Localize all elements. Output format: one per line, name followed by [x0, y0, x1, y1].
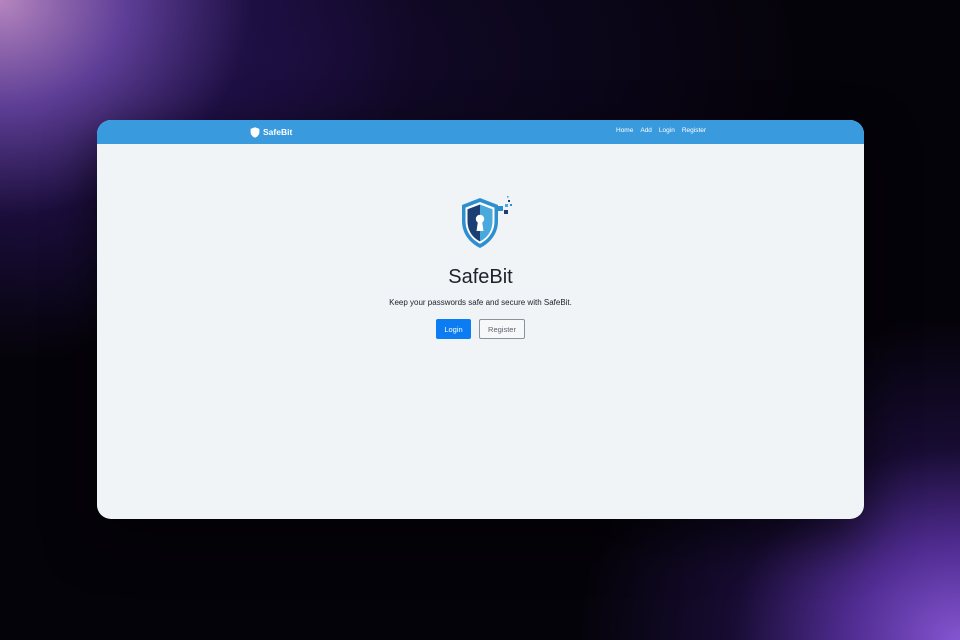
browser-window: SafeBit Home Add Login Register SafeBit …: [97, 120, 864, 519]
nav-link-add[interactable]: Add: [640, 127, 652, 134]
navbar-brand[interactable]: SafeBit: [250, 126, 292, 138]
navbar-brand-label: SafeBit: [263, 127, 293, 137]
page-title: SafeBit: [448, 266, 513, 288]
tagline: Keep your passwords safe and secure with…: [389, 298, 572, 307]
shield-keyhole-icon: [462, 196, 512, 248]
nav-link-login[interactable]: Login: [659, 127, 675, 134]
login-button[interactable]: Login: [436, 319, 471, 339]
nav-links: Home Add Login Register: [616, 127, 706, 134]
nav-link-register[interactable]: Register: [682, 127, 706, 134]
register-button[interactable]: Register: [479, 319, 525, 339]
navbar: SafeBit Home Add Login Register: [97, 120, 864, 144]
shield-icon: [250, 126, 260, 138]
nav-link-home[interactable]: Home: [616, 127, 633, 134]
